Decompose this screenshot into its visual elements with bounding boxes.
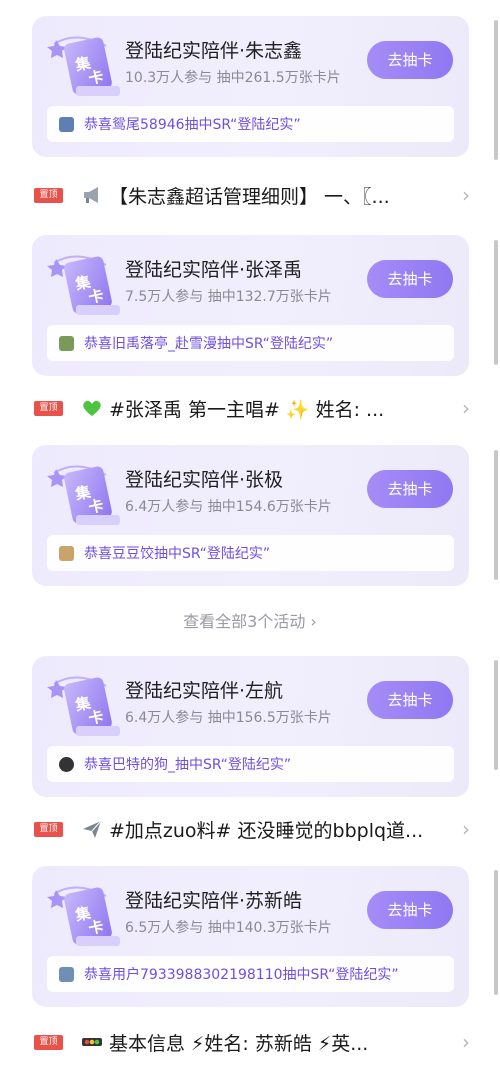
winner-strip: 恭喜用户7933988302198110抽中SR“登陆纪实”	[47, 956, 454, 992]
card-gift-icon: 集 卡	[47, 465, 120, 525]
airplane-icon	[83, 820, 102, 838]
pinned-badge: 置顶	[34, 1034, 63, 1050]
draw-card-button[interactable]: 去抽卡	[367, 260, 453, 298]
card-title: 登陆纪实陪伴·朱志鑫	[125, 40, 303, 62]
winner-text: 恭喜鸳尾58946抽中SR“登陆纪实”	[84, 117, 301, 133]
pinned-post[interactable]: 置顶 #张泽禹 第一主唱# ✨ 姓名: ... ›	[34, 393, 474, 423]
avatar	[59, 545, 74, 561]
draw-card-button[interactable]: 去抽卡	[367, 891, 453, 929]
pinned-badge: 置顶	[34, 400, 63, 416]
green-heart-icon	[83, 400, 101, 416]
card-stats: 7.5万人参与 抽中132.7万张卡片	[125, 289, 332, 305]
winner-text: 恭喜旧禹落亭_赴雪漫抽中SR“登陆纪实”	[84, 336, 334, 352]
avatar	[59, 966, 74, 982]
card-gift-icon: 集 卡	[47, 255, 120, 315]
post-text: #张泽禹 第一主唱# ✨ 姓名: ...	[109, 398, 385, 421]
chevron-right-icon[interactable]: ›	[462, 396, 474, 420]
avatar	[59, 335, 74, 351]
card-gift-icon: 集 卡	[47, 886, 120, 946]
activity-card[interactable]: 集 卡 登陆纪实陪伴·朱志鑫 10.3万人参与 抽中261.5万张卡片 去抽卡 …	[32, 16, 469, 157]
card-gift-icon: 集 卡	[47, 36, 120, 96]
activity-card[interactable]: 集 卡 登陆纪实陪伴·苏新皓 6.5万人参与 抽中140.3万张卡片 去抽卡 恭…	[32, 866, 469, 1007]
winner-strip: 恭喜旧禹落亭_赴雪漫抽中SR“登陆纪实”	[47, 325, 454, 361]
chevron-right-icon[interactable]: ›	[462, 817, 474, 841]
activity-card[interactable]: 集 卡 登陆纪实陪伴·左航 6.4万人参与 抽中156.5万张卡片 去抽卡 恭喜…	[32, 656, 469, 797]
pinned-post[interactable]: 置顶 【朱志鑫超话管理细则】 一、〖... ›	[34, 180, 474, 210]
scrollbar[interactable]	[494, 660, 498, 770]
card-title: 登陆纪实陪伴·苏新皓	[125, 890, 303, 912]
card-stats: 10.3万人参与 抽中261.5万张卡片	[125, 70, 341, 86]
card-title: 登陆纪实陪伴·左航	[125, 680, 284, 702]
card-stats: 6.5万人参与 抽中140.3万张卡片	[125, 920, 332, 936]
winner-text: 恭喜豆豆饺抽中SR“登陆纪实”	[84, 546, 271, 562]
pinned-badge: 置顶	[34, 187, 63, 203]
card-gift-icon: 集 卡	[47, 676, 120, 736]
chevron-right-icon[interactable]: ›	[462, 183, 474, 207]
winner-strip: 恭喜巴特的狗_抽中SR“登陆纪实”	[47, 746, 454, 782]
pinned-post[interactable]: 置顶 基本信息 ⚡姓名: 苏新皓 ⚡英... ›	[34, 1027, 474, 1057]
winner-strip: 恭喜豆豆饺抽中SR“登陆纪实”	[47, 535, 454, 571]
chevron-right-icon[interactable]: ›	[462, 1030, 474, 1054]
post-text: 基本信息 ⚡姓名: 苏新皓 ⚡英...	[109, 1032, 369, 1055]
avatar	[59, 116, 74, 132]
card-stats: 6.4万人参与 抽中156.5万张卡片	[125, 710, 332, 726]
winner-text: 恭喜用户7933988302198110抽中SR“登陆纪实”	[84, 967, 399, 983]
scrollbar[interactable]	[494, 20, 498, 160]
activity-card[interactable]: 集 卡 登陆纪实陪伴·张极 6.4万人参与 抽中154.6万张卡片 去抽卡 恭喜…	[32, 445, 469, 586]
avatar	[59, 756, 74, 772]
post-text: 【朱志鑫超话管理细则】 一、〖...	[109, 185, 390, 208]
winner-text: 恭喜巴特的狗_抽中SR“登陆纪实”	[84, 757, 292, 773]
activity-card[interactable]: 集 卡 登陆纪实陪伴·张泽禹 7.5万人参与 抽中132.7万张卡片 去抽卡 恭…	[32, 235, 469, 376]
scrollbar[interactable]	[494, 240, 498, 365]
pinned-post[interactable]: 置顶 #加点zuo料# 还没睡觉的bbplq道... ›	[34, 814, 474, 844]
scrollbar[interactable]	[494, 870, 498, 995]
card-title: 登陆纪实陪伴·张泽禹	[125, 259, 303, 281]
draw-card-button[interactable]: 去抽卡	[367, 681, 453, 719]
post-text: #加点zuo料# 还没睡觉的bbplq道...	[109, 819, 424, 842]
scrollbar[interactable]	[494, 450, 498, 580]
traffic-light-icon	[82, 1038, 102, 1046]
card-stats: 6.4万人参与 抽中154.6万张卡片	[125, 499, 332, 515]
draw-card-button[interactable]: 去抽卡	[367, 41, 453, 79]
winner-strip: 恭喜鸳尾58946抽中SR“登陆纪实”	[47, 106, 454, 142]
megaphone-icon	[84, 187, 98, 203]
pinned-badge: 置顶	[34, 821, 63, 837]
view-all-activities-link[interactable]: 查看全部3个活动 ›	[0, 608, 500, 632]
draw-card-button[interactable]: 去抽卡	[367, 470, 453, 508]
card-title: 登陆纪实陪伴·张极	[125, 469, 284, 491]
